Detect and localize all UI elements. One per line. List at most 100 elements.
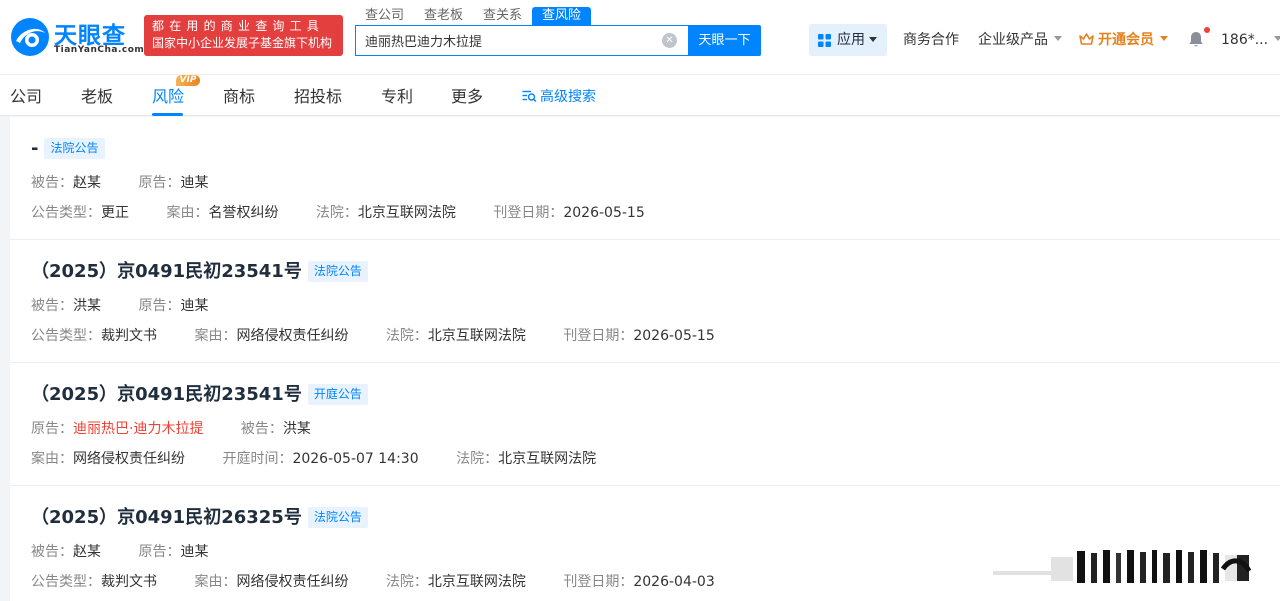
field-value: 迪某 — [180, 544, 209, 560]
advanced-search-label: 高级搜索 — [540, 89, 596, 105]
apps-grid-icon — [818, 34, 831, 47]
biz-cooperation-link[interactable]: 商务合作 — [903, 31, 959, 49]
category-nav: 公司 老板 风险 VIP 商标 招投标 专利 更多 高级搜索 — [0, 74, 1280, 116]
case-number: - — [31, 138, 39, 159]
case-number: （2025）京0491民初23541号 — [31, 384, 302, 405]
vip-badge: VIP — [176, 75, 200, 86]
risk-record[interactable]: （2025）京0491民初23541号 开庭公告 原告：迪丽热巴·迪力木拉提 被告… — [10, 363, 1280, 486]
search-type-tabs: 查公司 查老板 查关系 查风险 — [355, 7, 592, 25]
field-value: 2026-05-15 — [563, 205, 645, 221]
field-value: 迪某 — [180, 298, 209, 314]
field-label: 开庭时间： — [222, 451, 293, 467]
field-value: 洪某 — [73, 298, 101, 314]
search-button[interactable]: 天眼一下 — [688, 25, 761, 56]
case-title[interactable]: （2025）京0491民初26325号 法院公告 — [31, 507, 368, 529]
user-phone: 186*... — [1221, 32, 1269, 48]
field-value: 北京互联网法院 — [498, 451, 597, 467]
tab-risk[interactable]: 查风险 — [532, 7, 592, 25]
field-value: 更正 — [101, 205, 129, 221]
notice-type-tag: 法院公告 — [44, 138, 105, 159]
field-value: 裁判文书 — [101, 574, 157, 590]
enterprise-products-label: 企业级产品 — [978, 32, 1048, 48]
case-number: （2025）京0491民初23541号 — [31, 261, 302, 282]
risk-record[interactable]: - 法院公告 被告：赵某 原告：迪某 公告类型：更正 案由：名誉权纠纷 法院：北京… — [10, 117, 1280, 240]
field-value: 裁判文书 — [101, 328, 157, 344]
enterprise-products-menu[interactable]: 企业级产品 — [978, 31, 1062, 49]
notification-dot — [1204, 27, 1210, 33]
case-number: （2025）京0491民初26325号 — [31, 507, 302, 528]
field-label: 原告： — [138, 175, 181, 191]
field-value: 北京互联网法院 — [427, 328, 526, 344]
tab-relation[interactable]: 查关系 — [473, 7, 532, 25]
parties-row: 被告：赵某 原告：迪某 — [31, 174, 241, 192]
notice-type-tag: 开庭公告 — [307, 384, 368, 405]
field-label: 法院： — [385, 574, 428, 590]
field-value: 2026-05-07 14:30 — [292, 451, 419, 467]
apps-label: 应用 — [837, 32, 865, 48]
nav-boss[interactable]: 老板 — [81, 87, 113, 107]
filter-search-icon — [522, 90, 537, 102]
field-label: 被告： — [31, 175, 73, 191]
clear-icon[interactable]: ✕ — [662, 33, 677, 48]
field-value: 网络侵权责任纠纷 — [236, 574, 349, 590]
field-value: 名誉权纠纷 — [208, 205, 279, 221]
field-label: 原告： — [138, 298, 181, 314]
notice-type-tag: 法院公告 — [307, 507, 368, 528]
field-value: 洪某 — [282, 421, 311, 437]
active-tab-underline — [152, 113, 183, 116]
scribble-watermark — [993, 550, 1252, 583]
advanced-search-link[interactable]: 高级搜索 — [522, 88, 596, 106]
field-label: 公告类型： — [31, 328, 101, 344]
top-header: 天眼查 TianYanCha.com 都在用的商业查询工具 国家中小企业发展子基… — [0, 0, 1280, 74]
field-value: 北京互联网法院 — [357, 205, 456, 221]
field-label: 公告类型： — [31, 205, 101, 221]
user-menu[interactable]: 186*... — [1221, 31, 1280, 49]
field-value: 赵某 — [73, 544, 101, 560]
nav-risk[interactable]: 风险 — [152, 87, 184, 107]
risk-record[interactable]: （2025）京0491民初23541号 法院公告 被告：洪某 原告：迪某 公告类型… — [10, 240, 1280, 363]
logo-eye-icon — [11, 18, 49, 56]
nav-patent[interactable]: 专利 — [381, 87, 413, 107]
field-label: 被告： — [31, 544, 73, 560]
field-value: 2026-04-03 — [633, 574, 715, 590]
details-row: 案由：网络侵权责任纠纷 开庭时间：2026-05-07 14:30 法院：北京互… — [31, 450, 629, 468]
parties-row: 被告：洪某 原告：迪某 — [31, 297, 241, 315]
search-input[interactable] — [356, 26, 646, 55]
search-box: ✕ — [355, 25, 689, 56]
nav-trademark[interactable]: 商标 — [223, 87, 255, 107]
field-label: 案由： — [31, 451, 73, 467]
biz-cooperation-label: 商务合作 — [903, 32, 959, 48]
field-value: 2026-05-15 — [633, 328, 715, 344]
promo-banner[interactable]: 都在用的商业查询工具 国家中小企业发展子基金旗下机构 — [144, 15, 343, 56]
chevron-down-icon — [869, 37, 877, 42]
open-vip-button[interactable]: 开通会员 — [1079, 31, 1168, 49]
field-label: 刊登日期： — [563, 574, 634, 590]
chevron-down-icon — [1160, 36, 1168, 41]
logo-domain: TianYanCha.com — [54, 45, 145, 55]
field-label: 被告： — [240, 421, 283, 437]
tianyancha-logo[interactable]: 天眼查 TianYanCha.com — [10, 16, 144, 58]
field-value: 网络侵权责任纠纷 — [236, 328, 349, 344]
plaintiff-link[interactable]: 迪丽热巴·迪力木拉提 — [73, 421, 203, 437]
nav-bidding[interactable]: 招投标 — [294, 87, 342, 107]
tab-boss[interactable]: 查老板 — [414, 7, 473, 25]
field-value: 赵某 — [73, 175, 101, 191]
case-title[interactable]: （2025）京0491民初23541号 开庭公告 — [31, 384, 368, 406]
case-title[interactable]: （2025）京0491民初23541号 法院公告 — [31, 261, 368, 283]
field-label: 被告： — [31, 298, 73, 314]
field-label: 法院： — [315, 205, 358, 221]
promo-line-1: 都在用的商业查询工具 — [152, 19, 325, 33]
details-row: 公告类型：裁判文书 案由：网络侵权责任纠纷 法院：北京互联网法院 刊登日期：20… — [31, 327, 748, 345]
field-label: 法院： — [456, 451, 499, 467]
field-label: 案由： — [166, 205, 209, 221]
apps-menu-button[interactable]: 应用 — [809, 24, 887, 56]
tab-company[interactable]: 查公司 — [355, 7, 414, 25]
field-label: 公告类型： — [31, 574, 101, 590]
case-title[interactable]: - 法院公告 — [31, 138, 105, 160]
bell-icon[interactable] — [1188, 31, 1204, 48]
nav-more[interactable]: 更多 — [451, 87, 483, 107]
promo-line-2: 国家中小企业发展子基金旗下机构 — [152, 36, 333, 50]
parties-row: 被告：赵某 原告：迪某 — [31, 543, 241, 561]
nav-company[interactable]: 公司 — [10, 87, 42, 107]
crown-icon — [1079, 33, 1094, 45]
